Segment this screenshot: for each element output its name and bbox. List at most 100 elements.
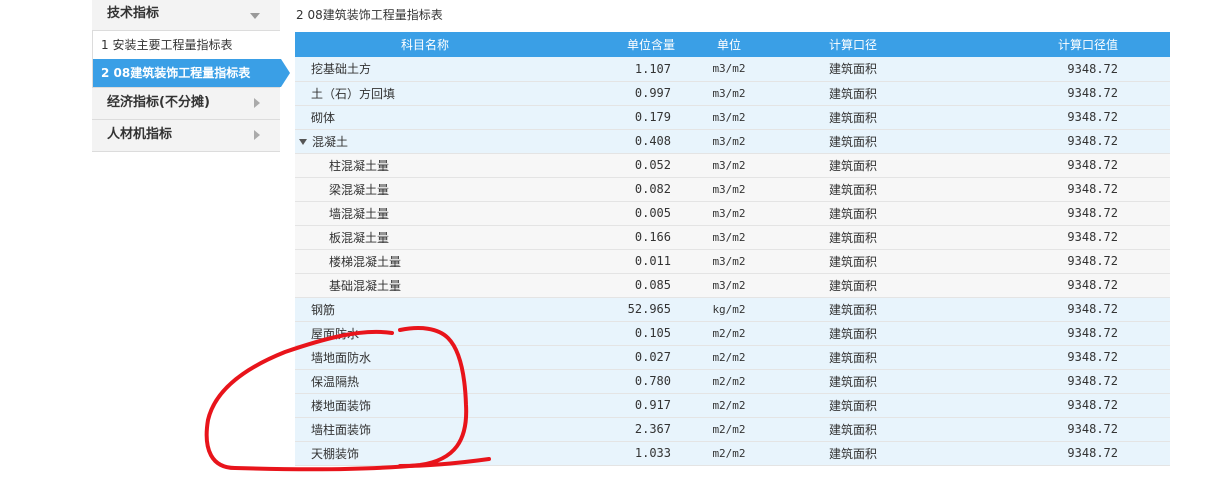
cell-unit: m3/m2	[685, 81, 773, 106]
cell-basis: 建筑面积	[773, 369, 933, 394]
table-row[interactable]: 钢筋 52.965 kg/m2 建筑面积 9348.72	[295, 297, 1170, 322]
sidebar-sub-list: 1 安装主要工程量指标表 2 08建筑装饰工程量指标表	[92, 31, 290, 88]
cell-qty: 0.082	[555, 177, 685, 202]
table-row[interactable]: 梁混凝土量 0.082 m3/m2 建筑面积 9348.72	[295, 177, 1170, 202]
cell-basis: 建筑面积	[773, 177, 933, 202]
cell-unit: m3/m2	[685, 225, 773, 250]
table-row[interactable]: 楼地面装饰 0.917 m2/m2 建筑面积 9348.72	[295, 393, 1170, 418]
table-row[interactable]: 楼梯混凝土量 0.011 m3/m2 建筑面积 9348.72	[295, 249, 1170, 274]
page-title: 2 08建筑装饰工程量指标表	[296, 8, 443, 22]
sidebar-item-label: 2 08建筑装饰工程量指标表	[101, 66, 251, 80]
cell-value: 9348.72	[933, 417, 1170, 442]
cell-basis: 建筑面积	[773, 321, 933, 346]
cell-name: 屋面防水	[295, 321, 555, 346]
cell-basis: 建筑面积	[773, 273, 933, 298]
row-name-text: 屋面防水	[311, 326, 360, 341]
cell-name: 楼梯混凝土量	[295, 249, 555, 274]
chevron-down-icon	[250, 13, 260, 19]
cell-name: 保温隔热	[295, 369, 555, 394]
cell-value: 9348.72	[933, 441, 1170, 466]
cell-qty: 0.005	[555, 201, 685, 226]
sidebar-section-label: 人材机指标	[107, 127, 173, 142]
table-header-row: 科目名称 单位含量 单位 计算口径 计算口径值	[295, 32, 1170, 57]
sidebar-item-label: 1 安装主要工程量指标表	[101, 38, 233, 52]
cell-basis: 建筑面积	[773, 201, 933, 226]
cell-unit: m2/m2	[685, 369, 773, 394]
row-name-text: 柱混凝土量	[329, 158, 390, 173]
column-header-qty[interactable]: 单位含量	[555, 32, 685, 57]
table-row[interactable]: 柱混凝土量 0.052 m3/m2 建筑面积 9348.72	[295, 153, 1170, 178]
cell-value: 9348.72	[933, 129, 1170, 154]
cell-qty: 0.997	[555, 81, 685, 106]
sidebar-item-building-decoration[interactable]: 2 08建筑装饰工程量指标表	[93, 59, 290, 87]
cell-value: 9348.72	[933, 225, 1170, 250]
cell-qty: 0.052	[555, 153, 685, 178]
table-row[interactable]: 墙柱面装饰 2.367 m2/m2 建筑面积 9348.72	[295, 417, 1170, 442]
cell-value: 9348.72	[933, 201, 1170, 226]
chevron-right-icon	[254, 98, 260, 108]
sidebar-section-tech[interactable]: 技术指标	[92, 0, 280, 31]
table-row[interactable]: 天棚装饰 1.033 m2/m2 建筑面积 9348.72	[295, 441, 1170, 466]
table-row[interactable]: 基础混凝土量 0.085 m3/m2 建筑面积 9348.72	[295, 273, 1170, 298]
cell-name: 混凝土	[295, 129, 555, 154]
column-header-name[interactable]: 科目名称	[295, 32, 555, 57]
cell-qty: 1.107	[555, 57, 685, 82]
cell-name: 砌体	[295, 105, 555, 130]
table-row[interactable]: 挖基础土方 1.107 m3/m2 建筑面积 9348.72	[295, 57, 1170, 82]
cell-name: 天棚装饰	[295, 441, 555, 466]
column-header-value[interactable]: 计算口径值	[933, 32, 1170, 57]
cell-value: 9348.72	[933, 57, 1170, 82]
cell-basis: 建筑面积	[773, 81, 933, 106]
table-row[interactable]: 砌体 0.179 m3/m2 建筑面积 9348.72	[295, 105, 1170, 130]
sidebar-section-labor-material[interactable]: 人材机指标	[92, 120, 280, 152]
sidebar-section-economic[interactable]: 经济指标(不分摊)	[92, 88, 280, 120]
cell-name: 基础混凝土量	[295, 273, 555, 298]
table-row[interactable]: 屋面防水 0.105 m2/m2 建筑面积 9348.72	[295, 321, 1170, 346]
sidebar-item-install-quantity[interactable]: 1 安装主要工程量指标表	[93, 31, 281, 59]
cell-qty: 1.033	[555, 441, 685, 466]
cell-value: 9348.72	[933, 393, 1170, 418]
row-name-text: 挖基础土方	[311, 62, 372, 77]
table-row[interactable]: 土（石）方回填 0.997 m3/m2 建筑面积 9348.72	[295, 81, 1170, 106]
cell-name: 墙柱面装饰	[295, 417, 555, 442]
indicator-table: 科目名称 单位含量 单位 计算口径 计算口径值 挖基础土方 1.107 m3/m2 建…	[295, 32, 1170, 466]
cell-name: 板混凝土量	[295, 225, 555, 250]
table-row[interactable]: 保温隔热 0.780 m2/m2 建筑面积 9348.72	[295, 369, 1170, 394]
table-row[interactable]: 混凝土 0.408 m3/m2 建筑面积 9348.72	[295, 129, 1170, 154]
cell-value: 9348.72	[933, 369, 1170, 394]
cell-unit: m2/m2	[685, 393, 773, 418]
cell-qty: 0.917	[555, 393, 685, 418]
cell-unit: m3/m2	[685, 201, 773, 226]
row-name-text: 基础混凝土量	[329, 278, 402, 293]
sidebar-section-label: 经济指标(不分摊)	[107, 95, 210, 110]
cell-qty: 0.027	[555, 345, 685, 370]
cell-qty: 0.166	[555, 225, 685, 250]
row-name-text: 板混凝土量	[329, 230, 390, 245]
row-name-text: 墙柱面装饰	[311, 422, 372, 437]
row-name-text: 土（石）方回填	[311, 86, 396, 101]
column-header-unit[interactable]: 单位	[685, 32, 773, 57]
cell-unit: m3/m2	[685, 249, 773, 274]
cell-basis: 建筑面积	[773, 129, 933, 154]
row-name-text: 保温隔热	[311, 374, 360, 389]
cell-name: 墙混凝土量	[295, 201, 555, 226]
table-row[interactable]: 墙混凝土量 0.005 m3/m2 建筑面积 9348.72	[295, 201, 1170, 226]
table-row[interactable]: 板混凝土量 0.166 m3/m2 建筑面积 9348.72	[295, 225, 1170, 250]
cell-qty: 2.367	[555, 417, 685, 442]
row-name-text: 砌体	[311, 110, 336, 125]
column-header-basis[interactable]: 计算口径	[773, 32, 933, 57]
tree-collapse-icon[interactable]	[299, 139, 307, 145]
cell-qty: 0.179	[555, 105, 685, 130]
cell-unit: m3/m2	[685, 177, 773, 202]
cell-value: 9348.72	[933, 273, 1170, 298]
row-name-text: 墙混凝土量	[329, 206, 390, 221]
chevron-right-icon	[254, 130, 260, 140]
cell-value: 9348.72	[933, 249, 1170, 274]
cell-value: 9348.72	[933, 177, 1170, 202]
row-name-text: 楼梯混凝土量	[329, 254, 402, 269]
table-row[interactable]: 墙地面防水 0.027 m2/m2 建筑面积 9348.72	[295, 345, 1170, 370]
row-name-text: 混凝土	[312, 134, 349, 149]
cell-basis: 建筑面积	[773, 225, 933, 250]
cell-value: 9348.72	[933, 153, 1170, 178]
cell-value: 9348.72	[933, 105, 1170, 130]
